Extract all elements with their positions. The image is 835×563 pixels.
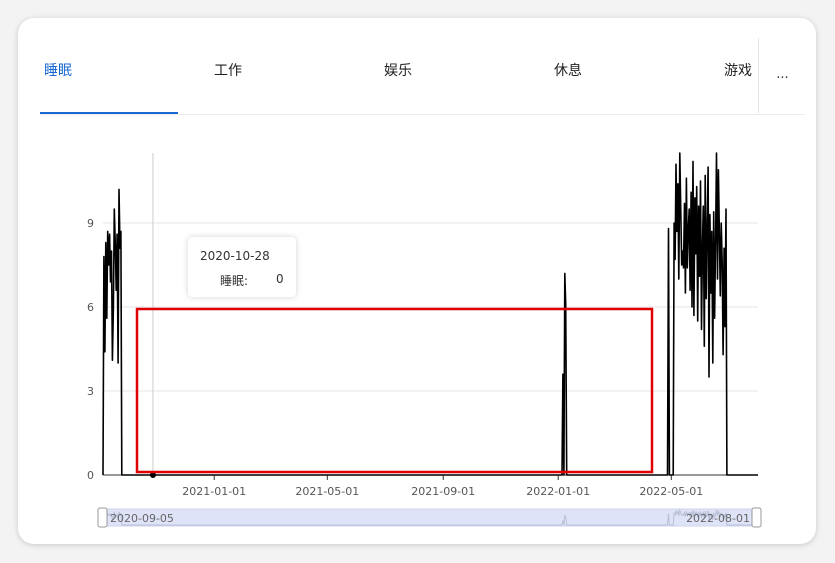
zoom-handle-right[interactable]	[751, 507, 762, 528]
zoom-handle-left[interactable]	[97, 507, 108, 528]
x-tick-label: 2022-01-01	[526, 485, 590, 498]
zoom-end-label: 2022-08-01	[686, 512, 750, 525]
y-tick-label: 9	[87, 217, 94, 230]
x-tick-label: 2021-01-01	[182, 485, 246, 498]
x-tick-label: 2021-09-01	[411, 485, 475, 498]
zoom-start-label: 2020-09-05	[110, 512, 174, 525]
y-tick-label: 0	[87, 469, 94, 482]
x-axis-ticks: 2021-01-01 2021-05-01 2021-09-01 2022-01-01…	[182, 475, 703, 498]
y-tick-label: 3	[87, 385, 94, 398]
x-tick-label: 2022-05-01	[639, 485, 703, 498]
zoom-slider[interactable]: 2020-09-05 2022-08-01	[97, 507, 762, 528]
tooltip-series-label: 睡眠:	[220, 274, 249, 288]
series-line-sleep	[102, 152, 758, 476]
sleep-line-chart[interactable]: 0 3 6 9 2021-01-01 2021-05-01 2021-09-01 2022-…	[18, 18, 816, 544]
y-tick-label: 6	[87, 301, 94, 314]
tooltip-value: 0	[276, 272, 284, 286]
chart-card: 睡眠 工作 娱乐 休息 游戏 ... 0369 2021-01-01 2021-0…	[18, 18, 816, 544]
data-tooltip: 2020-10-28 睡眠: 0	[188, 237, 296, 297]
x-tick-label: 2021-05-01	[295, 485, 359, 498]
tooltip-date: 2020-10-28	[200, 249, 270, 263]
zoom-slider-track[interactable]	[102, 508, 759, 527]
y-axis-ticks: 0 3 6 9	[87, 217, 94, 482]
